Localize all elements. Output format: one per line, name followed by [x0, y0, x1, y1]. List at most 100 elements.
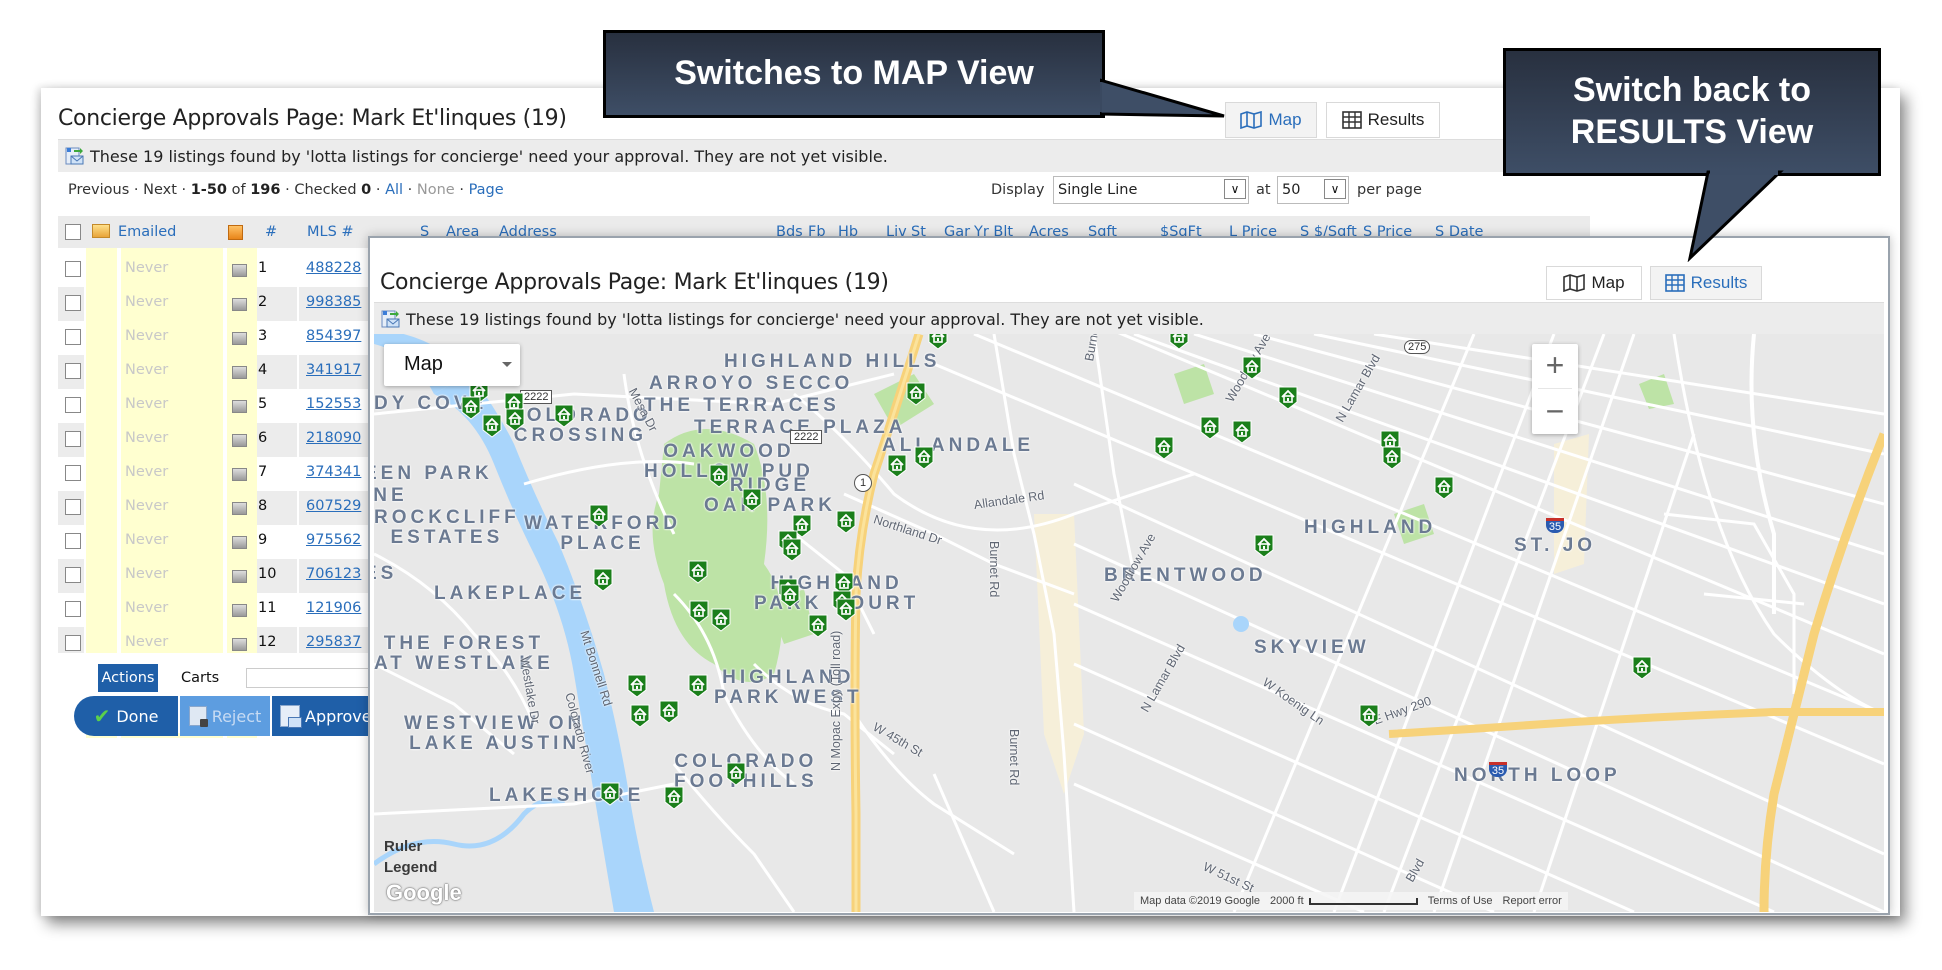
select-none-link[interactable]: None [417, 182, 455, 198]
next-link[interactable]: Next [143, 182, 177, 198]
listing-pin-house-icon[interactable] [709, 464, 729, 488]
listing-pin-house-icon[interactable] [664, 786, 684, 810]
listing-pin-house-icon[interactable] [461, 396, 481, 420]
listings-map[interactable]: HIGHLAND HILLS ARROYO SECCO THE TERRACES TE… [374, 334, 1884, 912]
row-checkbox[interactable] [65, 363, 81, 379]
results-view-button[interactable]: Results [1650, 266, 1762, 300]
listing-pin-house-icon[interactable] [1254, 534, 1274, 558]
column-emailed[interactable]: Emailed [118, 216, 176, 248]
table-row[interactable]: Never 1 488228 [58, 253, 368, 287]
done-button[interactable]: ✔ Done [74, 696, 178, 736]
listing-pin-house-icon[interactable] [688, 560, 708, 584]
listing-pin-house-icon[interactable] [1382, 446, 1402, 470]
map-type-select[interactable]: Map [384, 344, 520, 386]
listing-pin-house-icon[interactable] [659, 700, 679, 724]
listing-pin-house-icon[interactable] [808, 614, 828, 638]
results-view-button[interactable]: Results [1326, 102, 1440, 138]
previous-link[interactable]: Previous [68, 182, 129, 198]
row-checkbox[interactable] [65, 295, 81, 311]
mls-number-link[interactable]: 218090 [306, 430, 361, 446]
listing-pin-house-icon[interactable] [688, 674, 708, 698]
map-view-button[interactable]: Map [1225, 102, 1317, 138]
mls-number-link[interactable]: 374341 [306, 464, 361, 480]
listing-pin-house-icon[interactable] [1359, 704, 1379, 728]
listing-pin-house-icon[interactable] [1154, 436, 1174, 460]
mls-number-link[interactable]: 152553 [306, 396, 361, 412]
listing-pin-house-icon[interactable] [482, 414, 502, 438]
listing-pin-house-icon[interactable] [1242, 356, 1262, 380]
table-row[interactable]: Never 2 998385 [58, 287, 379, 321]
actions-tab[interactable]: Actions [98, 664, 158, 692]
ruler-link[interactable]: Ruler [384, 836, 437, 857]
listing-pin-house-icon[interactable] [887, 454, 907, 478]
mls-number-link[interactable]: 998385 [306, 294, 361, 310]
listing-pin-house-icon[interactable] [742, 488, 762, 512]
mls-number-link[interactable]: 295837 [306, 634, 361, 650]
display-mode-select[interactable]: Single Line ∨ [1053, 176, 1249, 204]
carts-tab[interactable]: Carts [181, 664, 219, 692]
table-row[interactable]: Never 8 607529 [58, 491, 379, 525]
listing-pin-house-icon[interactable] [726, 762, 746, 786]
listing-pin-house-icon[interactable] [906, 382, 926, 406]
listing-pin-house-icon[interactable] [836, 510, 856, 534]
select-all-checkbox[interactable] [65, 224, 81, 240]
mls-number-link[interactable]: 341917 [306, 362, 361, 378]
legend-link[interactable]: Legend [384, 857, 437, 878]
column-number[interactable]: # [265, 216, 277, 248]
column-mls[interactable]: MLS # [307, 216, 354, 248]
row-checkbox[interactable] [65, 635, 81, 651]
listing-pin-house-icon[interactable] [630, 704, 650, 728]
listing-pin-house-icon[interactable] [711, 608, 731, 632]
listing-pin-house-icon[interactable] [505, 408, 525, 432]
mls-number-link[interactable]: 488228 [306, 260, 361, 276]
listing-pin-house-icon[interactable] [1632, 656, 1652, 680]
listing-pin-house-icon[interactable] [836, 598, 856, 622]
listing-pin-house-icon[interactable] [928, 334, 948, 350]
listing-pin-house-icon[interactable] [627, 674, 647, 698]
table-row[interactable]: Never 11 121906 [58, 593, 368, 627]
listing-pin-house-icon[interactable] [1200, 416, 1220, 440]
mls-number-link[interactable]: 121906 [306, 600, 361, 616]
row-checkbox[interactable] [65, 397, 81, 413]
row-checkbox[interactable] [65, 533, 81, 549]
table-row[interactable]: Never 7 374341 [58, 457, 368, 491]
map-view-button[interactable]: Map [1546, 266, 1642, 300]
terms-of-use-link[interactable]: Terms of Use [1428, 895, 1493, 907]
row-checkbox[interactable] [65, 465, 81, 481]
listing-pin-house-icon[interactable] [914, 446, 934, 470]
mls-number-link[interactable]: 706123 [306, 566, 361, 582]
listing-pin-house-icon[interactable] [593, 568, 613, 592]
row-checkbox[interactable] [65, 567, 81, 583]
table-row[interactable]: Never 10 706123 [58, 559, 379, 593]
row-checkbox[interactable] [65, 261, 81, 277]
listing-pin-house-icon[interactable] [589, 504, 609, 528]
listing-pin-house-icon[interactable] [1169, 334, 1189, 350]
table-row[interactable]: Never 6 218090 [58, 423, 379, 457]
mls-number-link[interactable]: 854397 [306, 328, 361, 344]
table-row[interactable]: Never 5 152553 [58, 389, 368, 423]
listing-pin-house-icon[interactable] [782, 538, 802, 562]
listing-pin-house-icon[interactable] [600, 782, 620, 806]
table-row[interactable]: Never 4 341917 [58, 355, 379, 389]
mls-number-link[interactable]: 975562 [306, 532, 361, 548]
row-checkbox[interactable] [65, 499, 81, 515]
google-logo[interactable]: Google [386, 880, 462, 906]
per-page-select[interactable]: 50 ∨ [1277, 176, 1349, 204]
select-all-link[interactable]: All [385, 182, 403, 198]
zoom-in-button[interactable]: + [1532, 344, 1578, 388]
row-checkbox[interactable] [65, 431, 81, 447]
listing-pin-house-icon[interactable] [1278, 386, 1298, 410]
table-row[interactable]: Never 9 975562 [58, 525, 368, 559]
listing-pin-house-icon[interactable] [554, 404, 574, 428]
table-row[interactable]: Never 3 854397 [58, 321, 368, 355]
report-error-link[interactable]: Report error [1503, 895, 1562, 907]
row-checkbox[interactable] [65, 601, 81, 617]
listing-pin-house-icon[interactable] [689, 600, 709, 624]
reject-button[interactable]: Reject [180, 696, 270, 736]
listing-pin-house-icon[interactable] [1232, 420, 1252, 444]
listing-pin-house-icon[interactable] [780, 584, 800, 608]
row-checkbox[interactable] [65, 329, 81, 345]
select-page-link[interactable]: Page [469, 182, 504, 198]
mls-number-link[interactable]: 607529 [306, 498, 361, 514]
zoom-out-button[interactable]: − [1532, 390, 1578, 434]
